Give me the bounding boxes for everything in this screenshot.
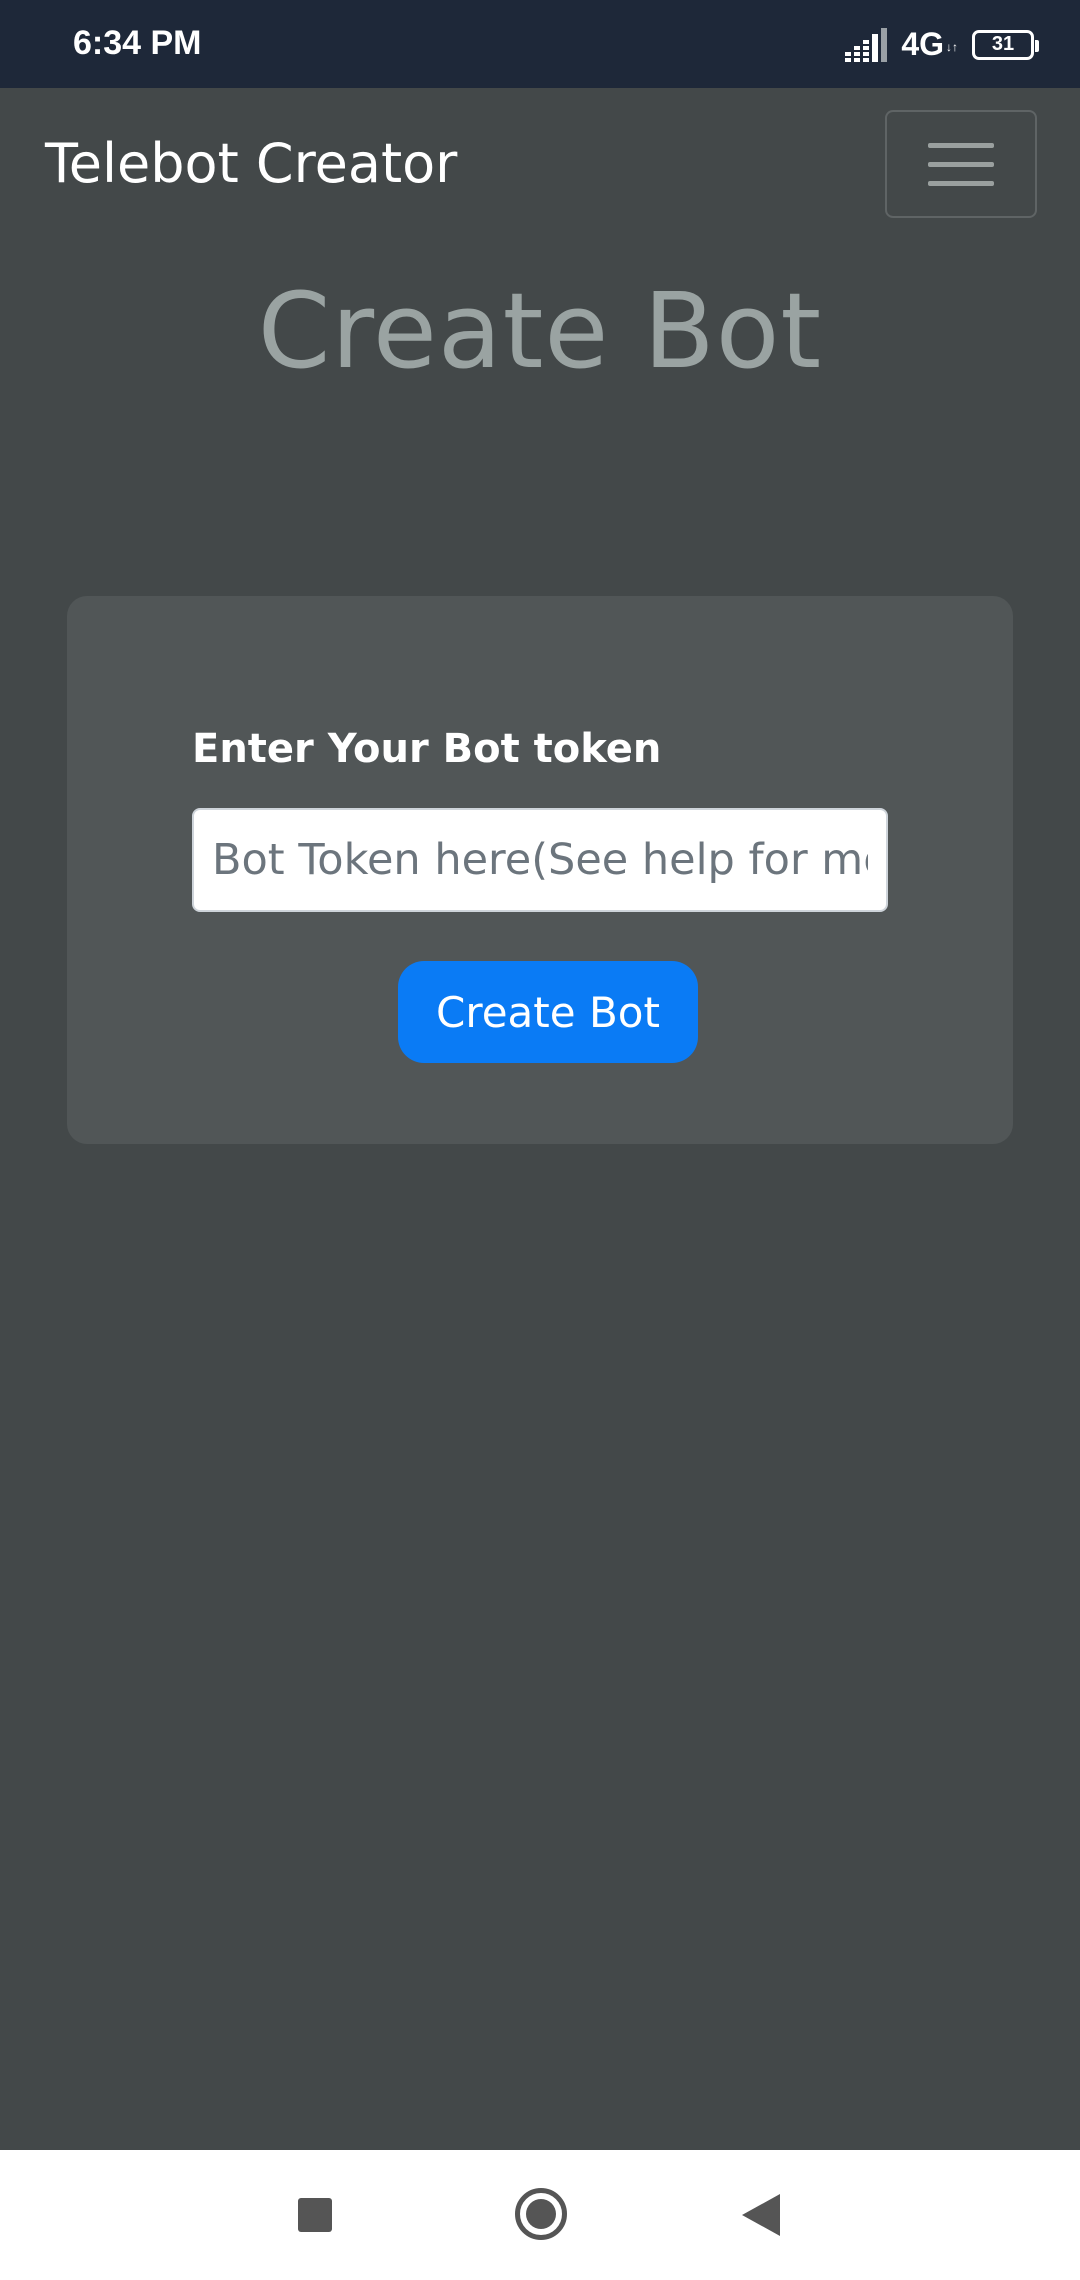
system-navigation-bar <box>0 2150 1080 2280</box>
network-type: 4G ↓↑ <box>901 26 958 62</box>
navbar-toggle-button[interactable] <box>885 110 1037 218</box>
battery-icon: 31 <box>972 29 1039 60</box>
status-bar: 6:34 PM 4G ↓↑ 31 <box>0 0 1080 88</box>
network-activity-icon: ↓↑ <box>946 40 958 54</box>
create-bot-card: Enter Your Bot token Create Bot <box>67 596 1013 1144</box>
bot-token-input[interactable] <box>192 808 888 912</box>
circle-home-icon[interactable] <box>515 2188 567 2240</box>
battery-level: 31 <box>991 33 1015 55</box>
hamburger-menu-icon <box>928 142 994 148</box>
navbar: Telebot Creator <box>0 88 1080 248</box>
signal-strength-icon <box>845 27 888 62</box>
navbar-brand[interactable]: Telebot Creator <box>45 132 457 195</box>
square-recent-apps-icon[interactable] <box>298 2198 332 2232</box>
page-title: Create Bot <box>257 270 823 392</box>
bot-token-label: Enter Your Bot token <box>192 726 662 772</box>
triangle-back-icon[interactable] <box>742 2194 780 2236</box>
status-icons: 4G ↓↑ 31 <box>845 26 1039 63</box>
status-time: 6:34 PM <box>73 24 202 62</box>
create-bot-button[interactable]: Create Bot <box>398 961 698 1063</box>
